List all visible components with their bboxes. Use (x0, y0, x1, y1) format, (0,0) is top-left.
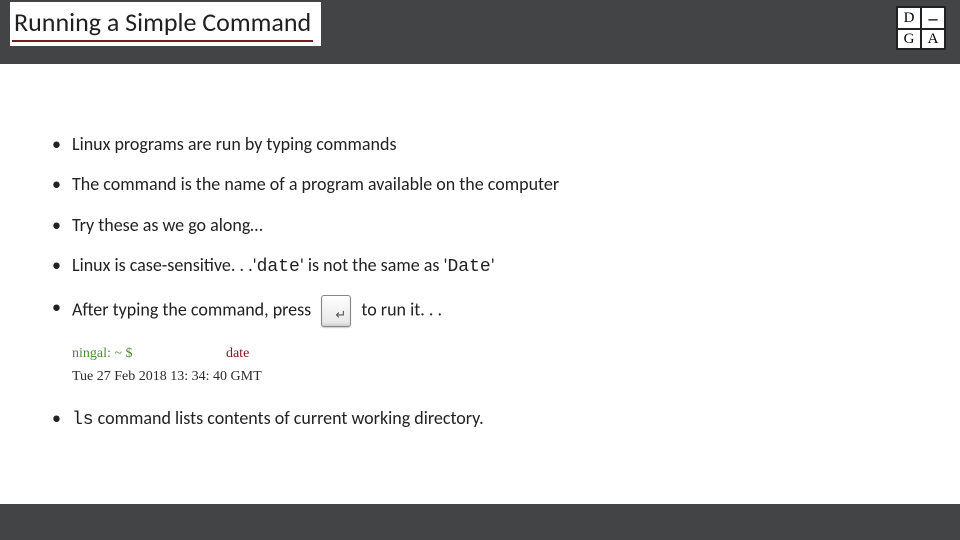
bullet-2: The command is the name of a program ava… (48, 172, 920, 196)
title-wrap: Running a Simple Command (10, 2, 321, 46)
footer-bar (0, 504, 960, 540)
logo-cell-d: D (897, 7, 921, 29)
bullet-3: Try these as we go along… (48, 213, 920, 237)
slide-content: Linux programs are run by typing command… (48, 132, 920, 448)
bullet-1: Linux programs are run by typing command… (48, 132, 920, 156)
bullet-4: Linux is case-sensitive. . .'date' is no… (48, 253, 920, 279)
bullet-2-text: The command is the name of a program ava… (72, 173, 559, 195)
page-title: Running a Simple Command (12, 2, 313, 42)
bullet-5: After typing the command, press to run i… (48, 295, 920, 327)
enter-key-icon (321, 295, 351, 327)
terminal-command: date (226, 346, 249, 361)
bullet-list: Linux programs are run by typing command… (48, 132, 920, 327)
terminal-prompt: ningal: ~ $ (72, 346, 132, 361)
bullet-list-2: ls command lists contents of current wor… (48, 406, 920, 432)
header-bar: Running a Simple Command D – G A (0, 0, 960, 64)
terminal-output: Tue 27 Feb 2018 13: 34: 40 GMT (72, 366, 920, 388)
code-ls: ls (72, 410, 94, 430)
bullet-4-part-b: ' is not the same as ' (300, 254, 448, 276)
logo-cell-g: G (897, 29, 921, 49)
terminal-line-1: ningal: ~ $ date (72, 343, 920, 365)
code-date-lower: date (257, 257, 300, 277)
logo-cell-a: A (921, 29, 945, 49)
bullet-4-part-c: ' (491, 254, 495, 276)
bullet-5-part-a: After typing the command, press (72, 298, 311, 320)
logo-cell-dash: – (921, 7, 945, 29)
bullet-5-part-b: to run it. . . (361, 298, 442, 320)
bullet-1-text: Linux programs are run by typing command… (72, 133, 396, 155)
bullet-6-text: command lists contents of current workin… (94, 407, 484, 429)
bullet-6: ls command lists contents of current wor… (48, 406, 920, 432)
terminal-example: ningal: ~ $ date Tue 27 Feb 2018 13: 34:… (72, 343, 920, 388)
logo-badge: D – G A (896, 6, 946, 50)
bullet-4-part-a: Linux is case-sensitive. . .' (72, 254, 257, 276)
bullet-3-text: Try these as we go along… (72, 214, 263, 236)
code-date-upper: Date (447, 257, 490, 277)
